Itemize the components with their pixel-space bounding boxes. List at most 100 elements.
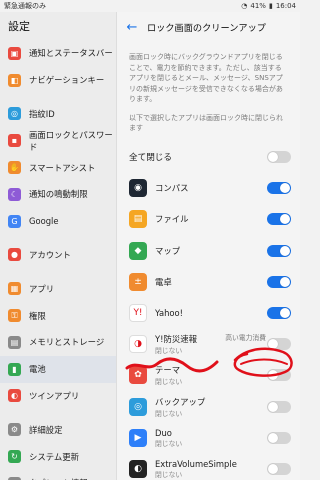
app-texts: 電卓 (155, 276, 267, 288)
app-row[interactable]: Y! Yahoo! (117, 297, 300, 328)
app-toggle[interactable] (267, 275, 291, 288)
app-texts: ExtraVolumeSimple 閉じない (155, 459, 267, 479)
sidebar-item[interactable]: ● アカウント (0, 242, 116, 269)
app-row[interactable]: ▶ Duo 閉じない (117, 422, 300, 453)
app-toggle[interactable] (267, 400, 291, 413)
sidebar-item-label: システム更新 (29, 451, 79, 462)
sidebar-item-label: 電池 (29, 364, 46, 375)
settings-menu: ▣ 通知とステータスバー ◧ ナビゲーションキー ◎ 指紋ID ▪ 画面ロックとパスワード ✋ ス… (0, 40, 116, 480)
toggle-knob (280, 308, 290, 319)
app-toggle[interactable] (267, 431, 291, 444)
extra-volume-icon: ◐ (129, 459, 147, 478)
app-row[interactable]: ▤ ファイル (117, 204, 300, 235)
sidebar-item[interactable]: ▮ 電池 (0, 355, 116, 383)
smart-assist-icon: ✋ (8, 161, 21, 175)
sidebar-item-label: 詳細設定 (29, 424, 63, 435)
app-toggle[interactable] (267, 369, 291, 382)
sidebar-item-label: Google (29, 216, 59, 227)
fingerprint-icon: ◎ (8, 107, 21, 121)
sidebar-item-label: 指紋ID (29, 108, 55, 119)
sidebar-item[interactable]: ◐ ツインアプリ (0, 383, 116, 410)
app-row[interactable]: ◑ Y!防災速報 閉じない 高い電力消費 (117, 329, 300, 360)
app-toggle[interactable] (267, 462, 291, 475)
app-texts: テーマ 閉じない (155, 364, 267, 386)
calculator-icon: ± (129, 272, 147, 291)
storage-icon: ▤ (8, 335, 21, 349)
app-texts: Yahoo! (155, 308, 267, 318)
apps-icon: ▦ (8, 282, 21, 296)
sidebar-item[interactable]: ⚿ 権限 (0, 302, 116, 329)
close-all-row[interactable]: 全て閉じる (117, 142, 300, 173)
app-toggle[interactable] (267, 338, 291, 351)
sidebar-item[interactable]: ☾ 通知の鳴動制限 (0, 181, 116, 208)
app-row[interactable]: ◆ マップ (117, 235, 300, 266)
power-usage-hint: 高い電力消費 (225, 333, 266, 342)
app-row[interactable]: ± 電卓 (117, 266, 300, 297)
app-texts: ファイル (155, 213, 267, 225)
app-name: Yahoo! (155, 308, 184, 319)
sidebar-item[interactable]: ▦ アプリ (0, 275, 116, 302)
app-toggle[interactable] (267, 307, 291, 320)
battery-percent: 41% (250, 2, 266, 10)
close-all-toggle[interactable] (267, 151, 291, 164)
account-icon: ● (8, 248, 21, 262)
yahoo-icon: Y! (129, 304, 147, 323)
app-toggle[interactable] (267, 213, 291, 226)
app-row[interactable]: ◐ ExtraVolumeSimple 閉じない (117, 453, 300, 480)
toggle-knob (280, 183, 290, 194)
moon-icon: ☾ (8, 187, 21, 201)
sidebar-item[interactable]: ◎ 指紋ID (0, 101, 116, 128)
sidebar-item[interactable]: ▤ メモリとストレージ (0, 329, 116, 356)
toggle-knob (268, 401, 278, 412)
system-update-icon: ↻ (8, 450, 21, 464)
detail-header: ← ロック画面のクリーンアップ (117, 12, 300, 42)
app-texts: Duo 閉じない (155, 428, 267, 448)
app-toggle[interactable] (267, 244, 291, 257)
sidebar-item[interactable]: ↻ システム更新 (0, 443, 116, 470)
note-text: 以下で選択したアプリは画面ロック時に閉じられます (129, 113, 283, 133)
toggle-knob (268, 463, 278, 474)
app-toggle[interactable] (267, 182, 291, 195)
sidebar-item[interactable]: ◧ ナビゲーションキー (0, 67, 116, 94)
sidebar-item-label: 通知の鳴動制限 (29, 189, 88, 200)
wifi-icon: ◔ (241, 2, 248, 10)
back-arrow-icon[interactable]: ← (123, 18, 141, 36)
app-name: バックアップ (155, 396, 206, 407)
maps-icon: ◆ (129, 241, 147, 260)
app-texts: マップ (155, 245, 267, 257)
compass-icon: ◉ (129, 179, 147, 198)
app-name: テーマ (155, 365, 181, 376)
sidebar-item-label: アカウント (29, 249, 71, 260)
app-name: ExtraVolumeSimple (155, 458, 237, 469)
sidebar-item-label: メモリとストレージ (29, 337, 105, 348)
app-row[interactable]: ◎ バックアップ 閉じない (117, 391, 300, 422)
app-status-text: 閉じない (155, 409, 183, 418)
page-title: ロック画面のクリーンアップ (147, 23, 266, 34)
sidebar-item-label: 権限 (29, 310, 46, 321)
clock: 16:04 (275, 2, 296, 10)
app-texts: コンパス (155, 182, 267, 194)
app-row[interactable]: ◉ コンパス (117, 173, 300, 204)
sidebar-item[interactable]: ▣ 通知とステータスバー (0, 40, 116, 67)
sidebar-item-label: ナビゲーションキー (29, 75, 105, 86)
sidebar-item[interactable]: ✋ スマートアシスト (0, 154, 116, 181)
files-icon: ▤ (129, 210, 147, 229)
sidebar-item[interactable]: ▪ 画面ロックとパスワード (0, 127, 116, 154)
navigation-key-icon: ◧ (8, 73, 21, 87)
sidebar-item[interactable]: G Google (0, 208, 116, 235)
sidebar-item[interactable]: ▯タブレット情報 (0, 470, 116, 480)
app-row[interactable]: ✿ テーマ 閉じない (117, 360, 300, 391)
app-name: 電卓 (155, 276, 172, 287)
key-icon: ⚿ (8, 309, 21, 323)
google-icon: G (8, 214, 21, 228)
battery-icon: ▮ (8, 362, 21, 376)
sidebar-item-label: スマートアシスト (29, 162, 96, 173)
disaster-alert-icon: ◑ (129, 335, 147, 354)
app-name: ファイル (155, 214, 189, 225)
app-status-text: 閉じない (155, 347, 183, 356)
description-text: 画面ロック時にバックグラウンドアプリを閉じることで、電力を節約できます。ただし、… (129, 53, 283, 103)
sidebar-item[interactable]: ⚙ 詳細設定 (0, 416, 116, 443)
menu-group-gap (0, 268, 116, 275)
toggle-knob (280, 276, 290, 287)
lock-screen-cleanup-pane: ← ロック画面のクリーンアップ 画面ロック時にバックグラウンドアプリを閉じること… (116, 12, 300, 480)
